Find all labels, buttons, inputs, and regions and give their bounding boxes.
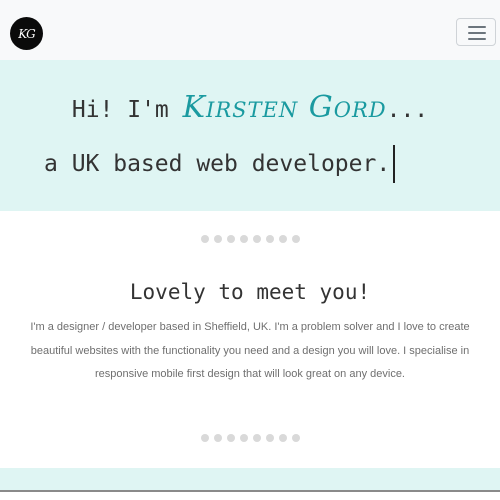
logo[interactable]: KG (10, 17, 43, 50)
divider-dot (252, 235, 261, 243)
divider-dot (278, 235, 287, 243)
hamburger-menu-icon-bar (468, 32, 486, 34)
hamburger-menu-icon (468, 26, 486, 28)
divider-dot (213, 235, 222, 243)
hero-section: Hi! I'm Kirsten Gord... a UK based web d… (0, 60, 500, 211)
next-section-strip (0, 468, 500, 492)
about-title: Lovely to meet you! (129, 280, 371, 304)
about-description: I'm a designer / developer based in Shef… (30, 321, 470, 380)
divider-dot (278, 434, 287, 442)
divider-dot (265, 434, 274, 442)
bottom-rule (0, 490, 500, 492)
divider-dot (252, 434, 261, 442)
divider-dot (291, 434, 300, 442)
divider-dot (239, 434, 248, 442)
hero-ellipsis: ... (386, 97, 429, 123)
typing-cursor (393, 145, 396, 183)
hero-greeting-line: Hi! I'm Kirsten Gord... (0, 90, 500, 125)
hero-tagline-line: a UK based web developer. (44, 144, 396, 184)
menu-toggle-button[interactable] (456, 18, 496, 46)
divider-dot (265, 235, 274, 243)
dot-divider-top (0, 235, 500, 243)
divider-dot (239, 235, 248, 243)
divider-dot (200, 434, 209, 442)
hero-tagline: a UK based web developer. (44, 151, 391, 177)
navbar: KG (0, 0, 500, 60)
logo-text: KG (18, 26, 36, 41)
divider-dot (291, 235, 300, 243)
divider-dot (226, 235, 235, 243)
divider-dot (200, 235, 209, 243)
hero-name: Kirsten Gord (182, 90, 387, 125)
page: KG Hi! I'm Kirsten Gord... a UK based we… (0, 0, 500, 500)
dot-divider-bottom (0, 434, 500, 442)
divider-dot (213, 434, 222, 442)
hamburger-menu-icon-bar (468, 38, 486, 40)
hero-greeting: Hi! I'm (71, 97, 183, 123)
divider-dot (226, 434, 235, 442)
